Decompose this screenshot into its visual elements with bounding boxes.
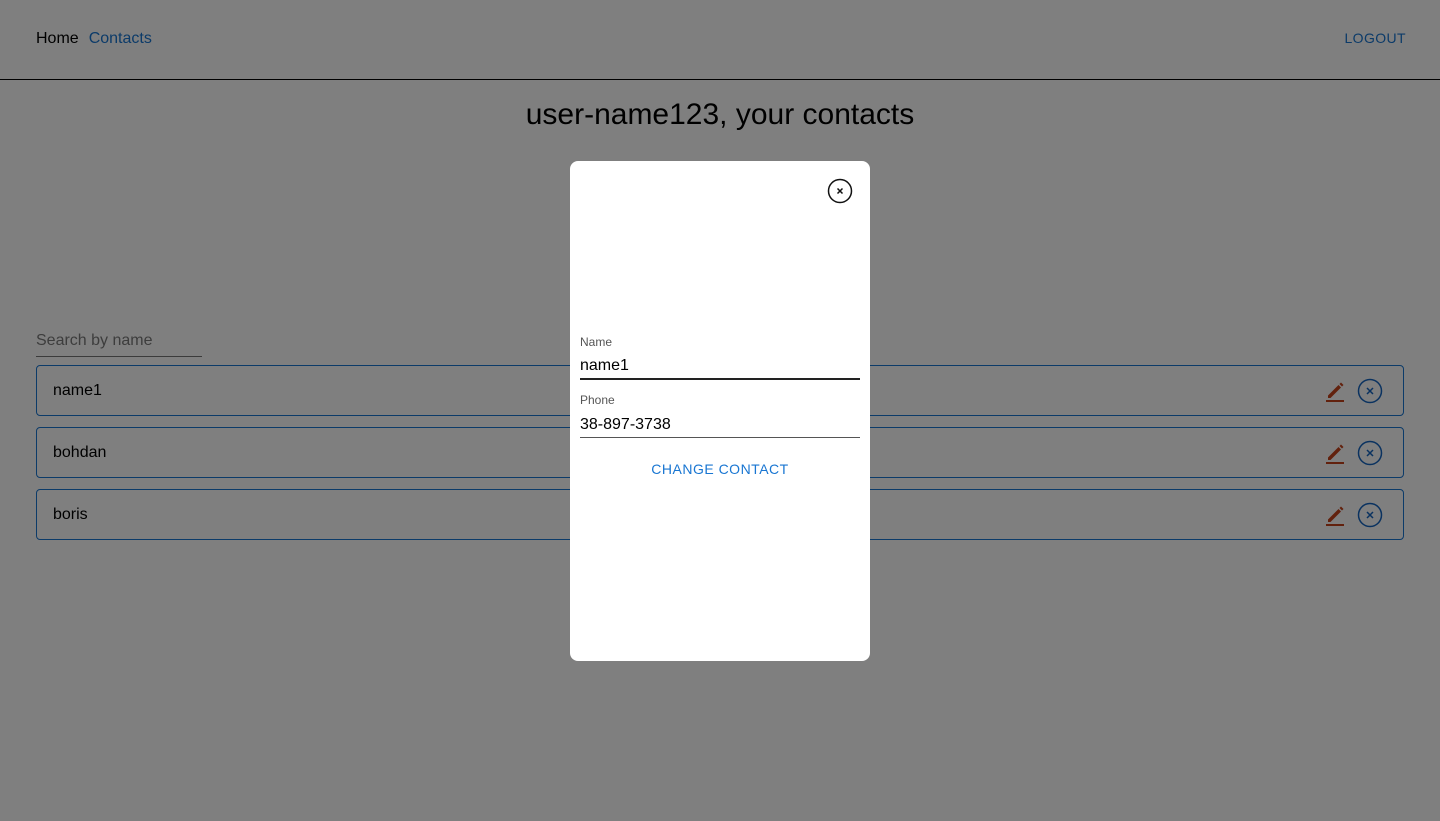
phone-field-label: Phone bbox=[580, 393, 615, 407]
name-field: Name bbox=[580, 334, 860, 380]
edit-contact-modal: Name Phone CHANGE CONTACT bbox=[570, 161, 870, 661]
change-contact-button[interactable]: CHANGE CONTACT bbox=[580, 455, 860, 483]
phone-field: Phone bbox=[580, 392, 860, 438]
page: Home Contacts LOGOUT user-name123, your … bbox=[0, 0, 1440, 821]
close-circle-icon bbox=[827, 178, 853, 204]
name-input[interactable] bbox=[580, 350, 860, 380]
modal-close-button[interactable] bbox=[827, 178, 853, 204]
phone-input[interactable] bbox=[580, 408, 860, 438]
name-field-label: Name bbox=[580, 335, 613, 349]
